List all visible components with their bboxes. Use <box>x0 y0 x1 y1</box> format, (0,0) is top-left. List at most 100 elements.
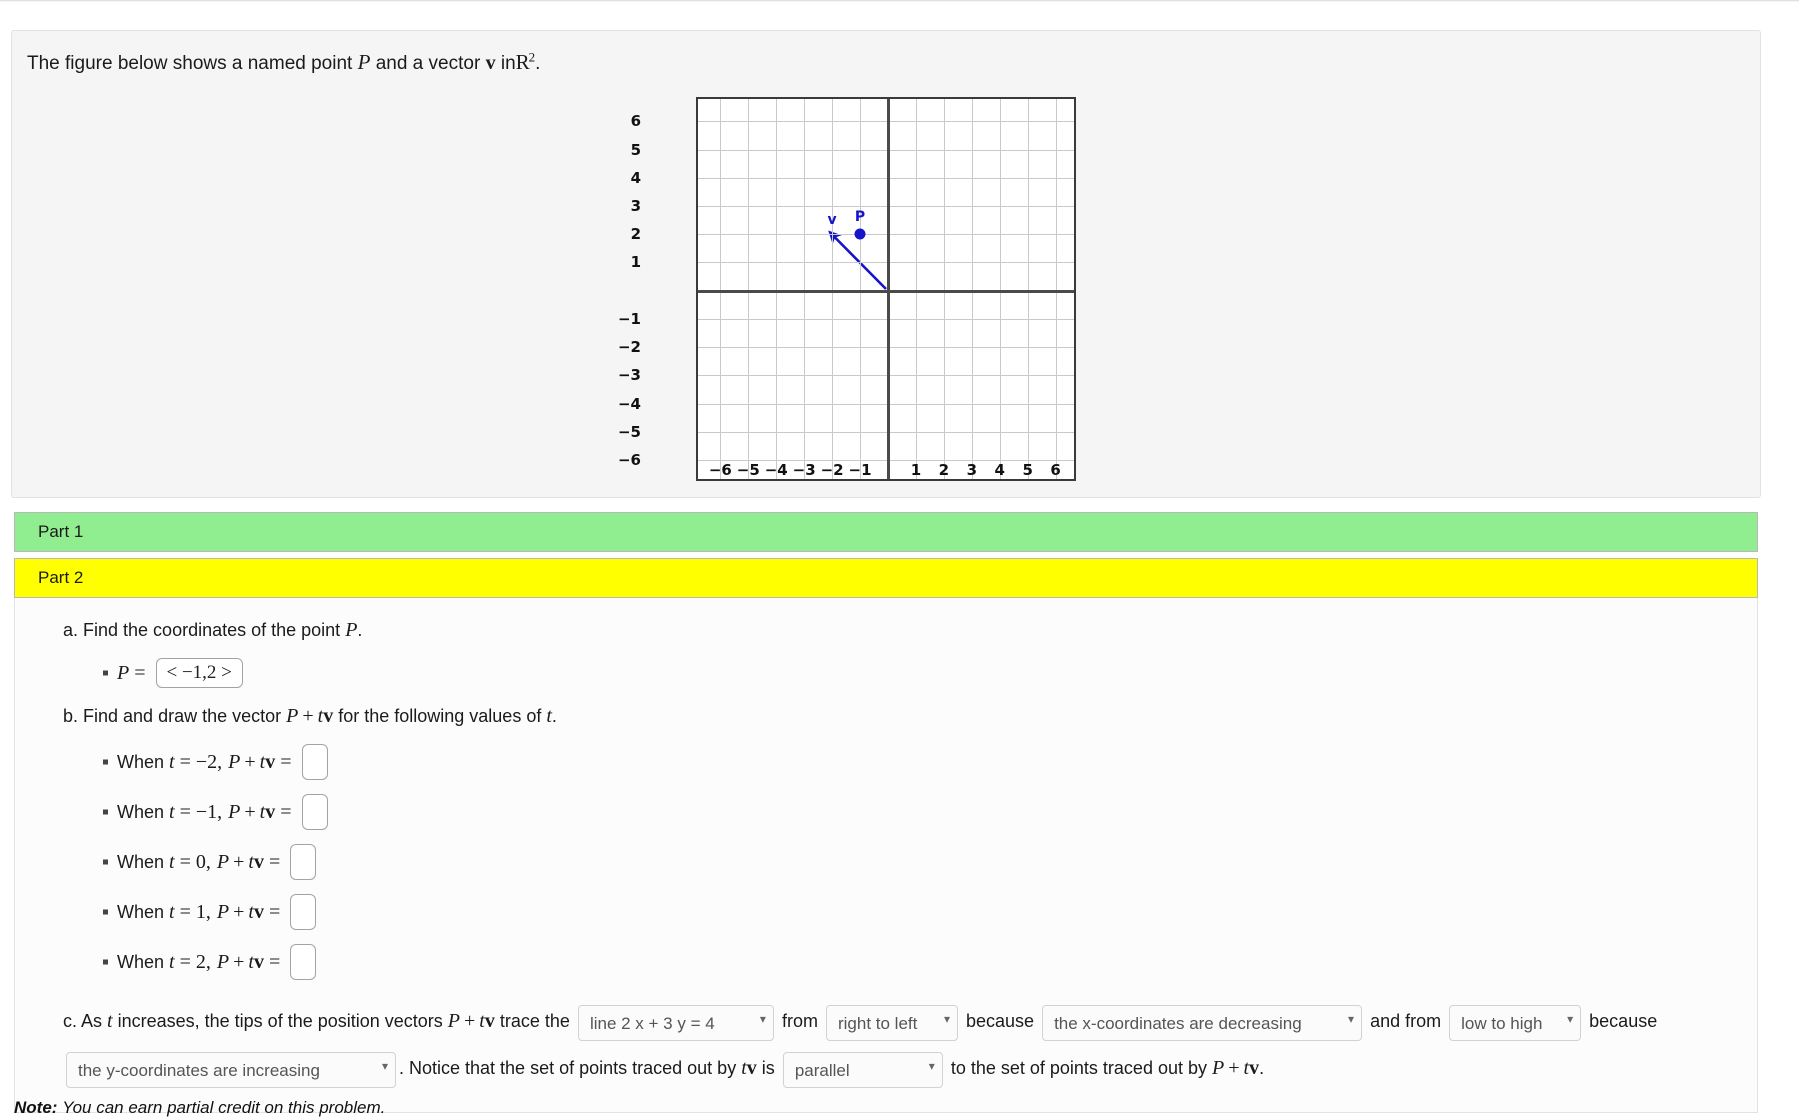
gridline-vertical <box>804 98 806 479</box>
equals-sign: = <box>179 850 191 873</box>
gridline-horizontal <box>698 121 1074 123</box>
gridline-horizontal <box>698 403 1074 405</box>
question-b-expr-plus: + <box>302 705 314 727</box>
vector-answer-input[interactable] <box>290 944 317 980</box>
equals-sign: = <box>179 800 191 823</box>
t-value: 1 <box>195 900 206 923</box>
comma: , <box>217 800 223 823</box>
question-c-seg10: to the set of points traced out by <box>950 1058 1207 1078</box>
gridline-vertical <box>720 98 722 479</box>
intro-point-symbol: P <box>357 50 371 74</box>
y-coordinate-reason-dropdown[interactable]: the y-coordinates are increasing <box>66 1052 396 1089</box>
gridline-horizontal <box>698 375 1074 377</box>
question-c-expr3-v: v <box>1249 1057 1260 1079</box>
y-axis-tick-label: 4 <box>630 168 641 187</box>
y-axis-tick-label: 1 <box>630 253 641 272</box>
x-axis-tick-label: 3 <box>966 460 978 479</box>
when-label: When <box>117 751 165 772</box>
figure-container: 6 5 4 3 2 1 −1 −2 −3 −4 −5 −6 −6 −5 −4 −3 −2 −1 1 2 3 4 5 6 v P <box>618 96 1076 481</box>
question-c-seg11: . <box>1259 1058 1265 1078</box>
gridline-horizontal <box>698 431 1074 433</box>
when-label: When <box>117 901 165 922</box>
question-a-answer-list: P = < −1,2 > <box>15 658 1757 688</box>
expr-plus: + <box>233 950 245 973</box>
line-equation-dropdown[interactable]: line 2 x + 3 y = 4 <box>577 1005 774 1042</box>
x-axis-tick-label: 4 <box>994 460 1005 479</box>
list-item: When t = −2, P + t v = <box>103 744 1757 780</box>
list-item: When t = 2, P + t v = <box>103 944 1757 980</box>
parallel-dropdown-wrapper: parallel ▾ <box>780 1048 946 1090</box>
vector-answer-input[interactable] <box>290 894 317 930</box>
question-b-text-before: b. Find and draw the vector <box>63 706 282 726</box>
t-value: 0 <box>195 850 206 873</box>
expr-plus: + <box>244 750 256 773</box>
y-axis-tick-label: 5 <box>630 140 641 159</box>
y-axis-tick-label: −2 <box>617 338 641 357</box>
when-label: When <box>117 951 165 972</box>
equals-sign-2: = <box>268 950 281 973</box>
expr-v: v <box>253 950 264 973</box>
question-b-prompt: b. Find and draw the vector P + tv for the… <box>15 702 1757 730</box>
vector-answer-input[interactable] <box>290 844 317 880</box>
list-item: When t = −1, P + t v = <box>103 794 1757 830</box>
part-1-header[interactable]: Part 1 <box>14 512 1758 552</box>
list-item: When t = 0, P + t v = <box>103 844 1757 880</box>
x-coordinate-reason-dropdown[interactable]: the x-coordinates are decreasing <box>1042 1005 1363 1042</box>
intro-space-symbol: R <box>515 50 530 74</box>
note-label: Note: <box>14 1098 58 1117</box>
gridline-vertical <box>860 98 862 479</box>
part-2-header[interactable]: Part 2 <box>14 558 1758 598</box>
parallel-dropdown[interactable]: parallel <box>782 1052 943 1089</box>
gridline-horizontal <box>698 149 1074 151</box>
question-c-expr3-plus: + <box>1228 1057 1240 1079</box>
comma: , <box>205 900 211 923</box>
question-b-period: . <box>551 706 557 726</box>
point-p-input[interactable]: < −1,2 > <box>155 658 243 688</box>
part-2-label: Part 2 <box>38 568 84 587</box>
vector-label-v: v <box>827 212 837 229</box>
x-axis-tick-label: 5 <box>1022 460 1033 479</box>
direction-dropdown-wrapper: right to left ▾ <box>823 1001 961 1043</box>
gridline-vertical <box>1027 98 1029 479</box>
gridline-vertical <box>943 98 945 479</box>
x-axis-tick-label: −4 <box>764 460 788 479</box>
t-value: −1 <box>195 800 218 823</box>
low-to-high-dropdown[interactable]: low to high <box>1449 1005 1582 1042</box>
comma: , <box>217 750 223 773</box>
equals-sign-2: = <box>268 900 281 923</box>
coordinate-plane-figure: 6 5 4 3 2 1 −1 −2 −3 −4 −5 −6 −6 −5 −4 −3 −2 −1 1 2 3 4 5 6 v P <box>618 96 1076 481</box>
question-c-seg5: because <box>965 1011 1035 1031</box>
question-c-seg2: increases, the tips of the position vect… <box>117 1011 443 1031</box>
list-item: P = < −1,2 > <box>103 658 1757 688</box>
vector-answer-input[interactable] <box>301 794 328 830</box>
comma: , <box>205 850 211 873</box>
question-b-text-after: for the following values of <box>338 706 542 726</box>
problem-panel: The figure below shows a named point P a… <box>11 30 1761 498</box>
question-c-expr2-v: v <box>746 1057 757 1079</box>
question-c-var-t: t <box>107 1010 113 1032</box>
question-c-prompt: c. As t increases, the tips of the posit… <box>15 998 1757 1092</box>
y-axis-tick-label: −1 <box>617 309 641 328</box>
gridline-horizontal <box>698 234 1074 236</box>
expr-v: v <box>265 800 276 823</box>
note-text: You can earn partial credit on this prob… <box>62 1098 386 1117</box>
gridline-vertical <box>999 98 1001 479</box>
question-b-answer-list: When t = −2, P + t v = When t = −1, P + t v = When t = 0, P + t v… <box>15 744 1757 980</box>
question-c-seg8: . Notice that the set of points traced o… <box>399 1058 737 1078</box>
question-c-expr-v: v <box>484 1010 495 1032</box>
question-c-seg7: because <box>1589 1011 1658 1031</box>
y-reason-dropdown-wrapper: the y-coordinates are increasing ▾ <box>63 1048 399 1090</box>
x-axis-tick-label: −2 <box>820 460 844 479</box>
intro-text-before: The figure below shows a named point <box>27 53 353 74</box>
equals-sign-2: = <box>280 750 292 773</box>
t-variable: t <box>169 900 175 923</box>
t-variable: t <box>169 950 175 973</box>
vector-answer-input[interactable] <box>301 744 328 780</box>
y-axis-tick-label: −3 <box>617 366 641 385</box>
x-reason-dropdown-wrapper: the x-coordinates are decreasing ▾ <box>1039 1001 1365 1043</box>
question-c-seg9: is <box>761 1058 775 1078</box>
t-variable: t <box>169 750 175 773</box>
y-axis <box>887 98 890 479</box>
question-c-seg3: trace the <box>499 1011 570 1031</box>
direction-dropdown[interactable]: right to left <box>825 1005 958 1042</box>
